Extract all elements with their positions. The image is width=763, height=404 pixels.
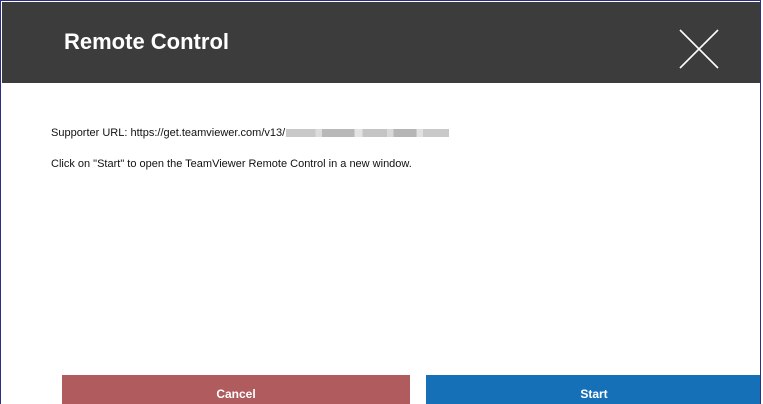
close-button[interactable] — [674, 24, 724, 74]
remote-control-dialog: Remote Control Supporter URL: https://ge… — [0, 0, 761, 404]
supporter-url-line: Supporter URL: https://get.teamviewer.co… — [51, 126, 450, 140]
close-icon — [679, 29, 719, 69]
instruction-text: Click on "Start" to open the TeamViewer … — [51, 158, 412, 170]
dialog-header: Remote Control — [2, 2, 760, 83]
cancel-button[interactable]: Cancel — [62, 375, 410, 404]
supporter-url-text: Supporter URL: https://get.teamviewer.co… — [51, 127, 286, 139]
dialog-title: Remote Control — [64, 29, 229, 54]
redacted-session-id — [286, 129, 450, 137]
start-button[interactable]: Start — [426, 375, 760, 404]
